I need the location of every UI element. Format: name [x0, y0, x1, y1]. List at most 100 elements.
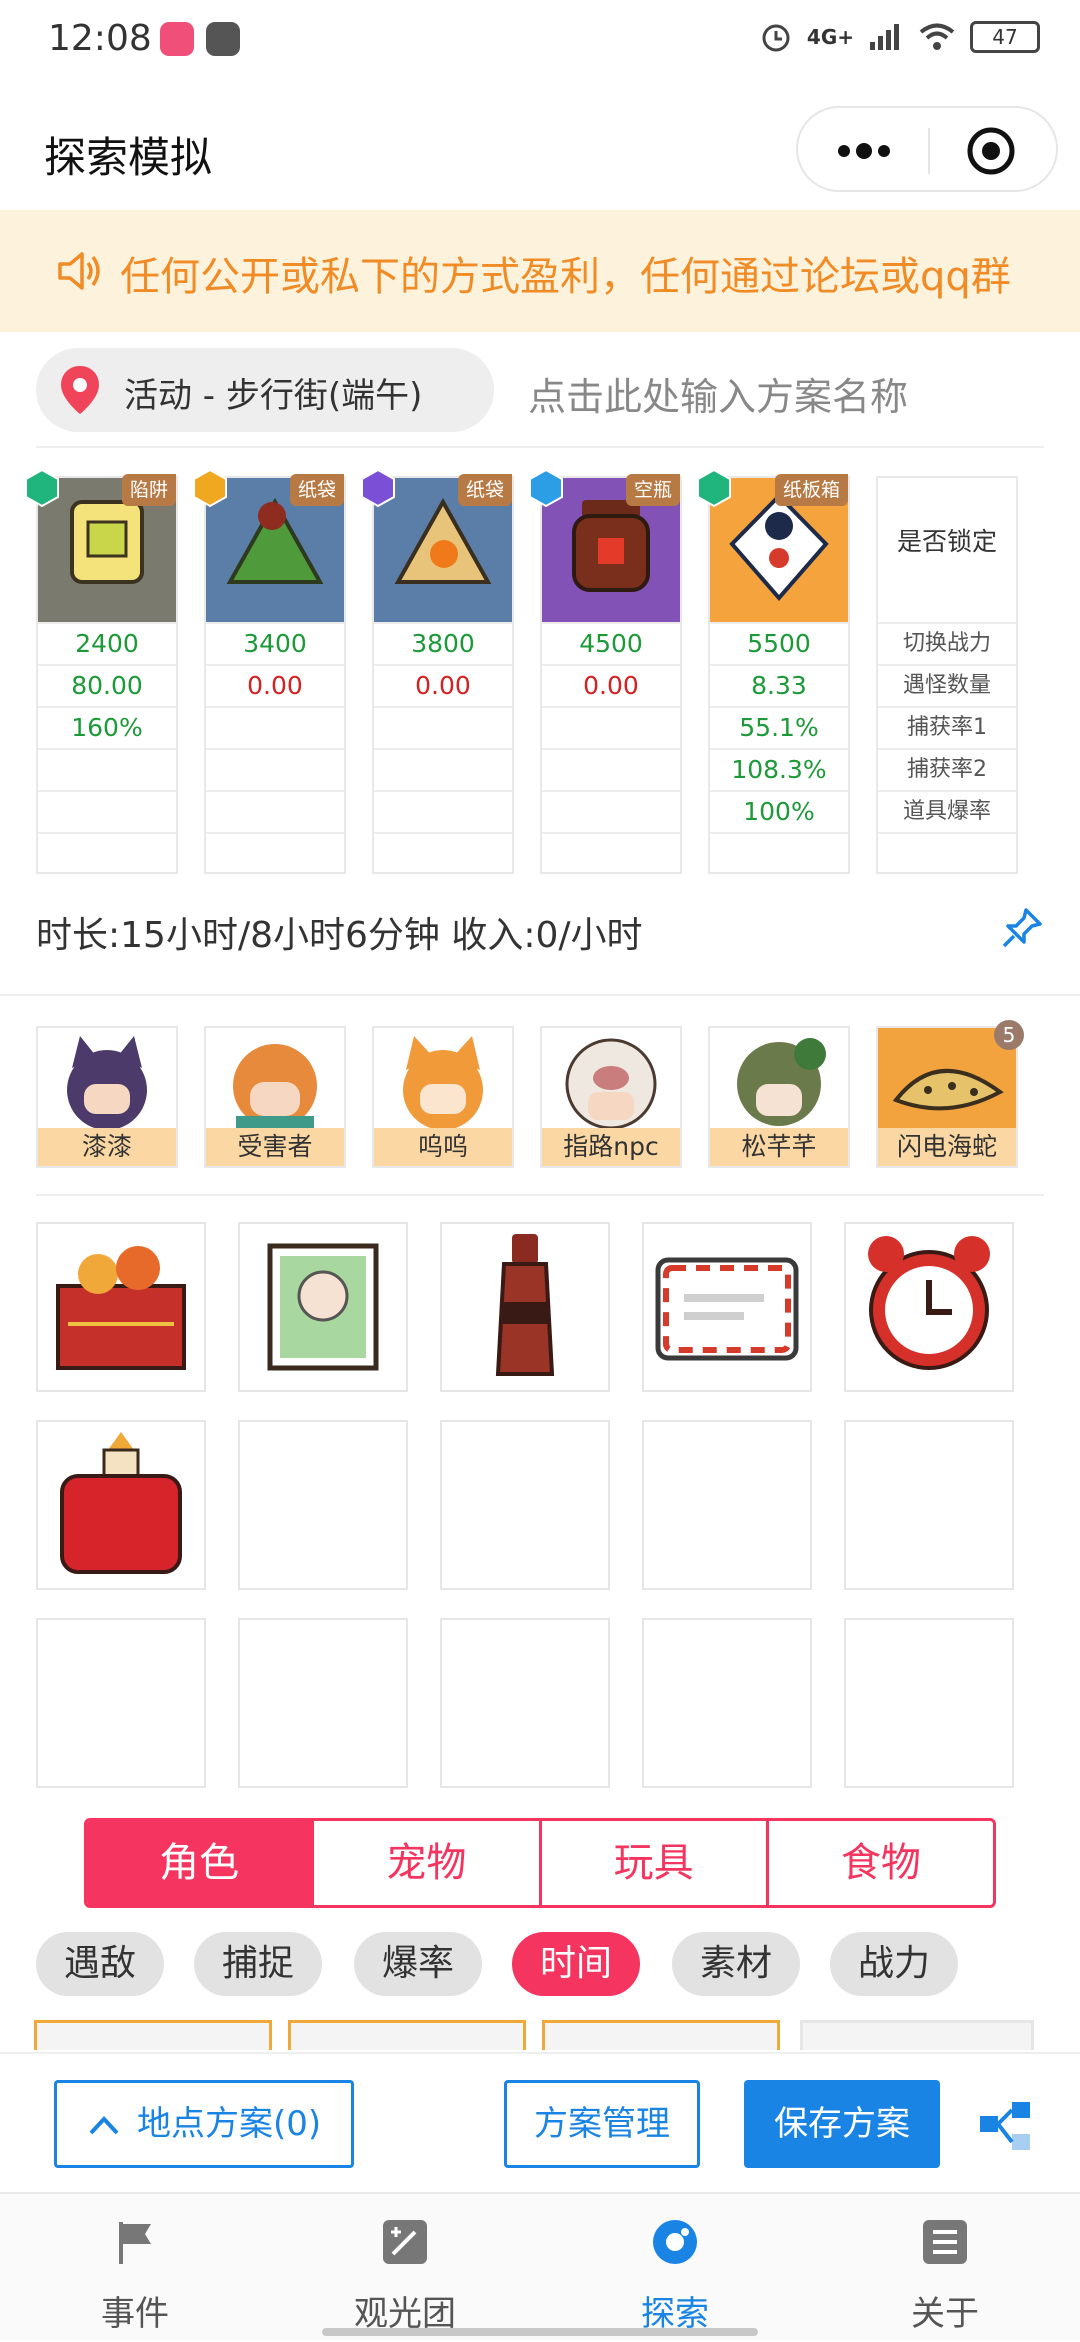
- battery-indicator: 47: [970, 21, 1040, 53]
- portrait-frame-icon: [267, 1243, 379, 1371]
- nav-bar: 探索模拟: [0, 84, 1080, 210]
- card-power: 2400: [38, 622, 176, 664]
- location-selector[interactable]: 活动 - 步行街(端午): [36, 348, 494, 432]
- card-capture2: [206, 748, 344, 790]
- tab-food[interactable]: 食物: [765, 1821, 993, 1905]
- card-power: 5500: [710, 622, 848, 664]
- divider: [36, 446, 1044, 448]
- card-power: 3400: [206, 622, 344, 664]
- filter-droprate[interactable]: 爆率: [354, 1932, 483, 1996]
- character-slot[interactable]: 呜呜: [372, 1026, 514, 1168]
- item-slot[interactable]: [238, 1618, 408, 1788]
- tab-role[interactable]: 角色: [87, 1821, 312, 1905]
- item-slot[interactable]: [440, 1222, 610, 1392]
- element-badge-icon: [697, 468, 731, 508]
- setup-card[interactable]: 纸板箱 5500 8.33 55.1% 108.3% 100%: [697, 468, 850, 874]
- signal-icon: [870, 24, 899, 50]
- card-capture2: [374, 748, 512, 790]
- network-label: 4G+: [806, 25, 854, 49]
- card-droprate: [38, 790, 176, 832]
- item-slot[interactable]: [642, 1222, 812, 1392]
- character-slot[interactable]: 闪电海蛇: [876, 1026, 1018, 1168]
- card-capture1: [374, 706, 512, 748]
- card-tag: 纸袋: [289, 474, 344, 506]
- filter-power[interactable]: 战力: [830, 1932, 959, 1996]
- nav-tour[interactable]: 观光团: [270, 2194, 540, 2342]
- plan-name-input[interactable]: 点击此处输入方案名称: [528, 366, 908, 421]
- nav-about[interactable]: 关于: [810, 2194, 1080, 2342]
- pin-icon[interactable]: [1000, 906, 1044, 950]
- character-name: 漆漆: [38, 1128, 176, 1166]
- save-plan-button[interactable]: 保存方案: [744, 2080, 940, 2168]
- card-droprate: [542, 790, 680, 832]
- item-slot[interactable]: [238, 1222, 408, 1392]
- list-item[interactable]: [800, 2020, 1034, 2050]
- location-plans-button[interactable]: 地点方案(0): [54, 2080, 354, 2168]
- card-tag: 空瓶: [625, 474, 680, 506]
- card-empty-row: [374, 832, 512, 874]
- card-capture1: 55.1%: [710, 706, 848, 748]
- card-empty-row: [38, 832, 176, 874]
- item-slot[interactable]: [36, 1222, 206, 1392]
- card-encounter: 0.00: [542, 664, 680, 706]
- item-slot[interactable]: [36, 1420, 206, 1590]
- setup-card[interactable]: 纸袋 3800 0.00: [361, 468, 514, 874]
- plan-manage-button[interactable]: 方案管理: [504, 2080, 700, 2168]
- character-slot[interactable]: 指路npc: [540, 1026, 682, 1168]
- element-badge-icon: [193, 468, 227, 508]
- character-portrait-icon: [67, 1036, 147, 1130]
- item-slot[interactable]: [642, 1618, 812, 1788]
- character-slot[interactable]: 松芊芊: [708, 1026, 850, 1168]
- alarm-clock-icon: [868, 1236, 990, 1370]
- bottle-icon: [495, 1234, 555, 1376]
- divider: [0, 994, 1080, 996]
- item-slot[interactable]: [238, 1420, 408, 1590]
- category-tabs: 角色 宠物 玩具 食物: [84, 1818, 996, 1908]
- close-miniprogram-icon[interactable]: [966, 126, 1016, 176]
- pay-notification-icon: [206, 22, 240, 56]
- filter-material[interactable]: 素材: [672, 1932, 801, 1996]
- page-title: 探索模拟: [44, 133, 213, 182]
- card-capture1: [206, 706, 344, 748]
- character-slot[interactable]: 受害者: [204, 1026, 346, 1168]
- filter-capture[interactable]: 捕捉: [194, 1932, 323, 1996]
- list-item[interactable]: [34, 2020, 272, 2050]
- item-slot[interactable]: [642, 1420, 812, 1590]
- notice-text: 任何公开或私下的方式盈利，任何通过论坛或qq群: [120, 254, 1011, 300]
- status-indicators: 4G+ 47: [759, 20, 1040, 54]
- item-slot[interactable]: [844, 1222, 1014, 1392]
- share-icon[interactable]: [976, 2098, 1034, 2154]
- card-encounter: 0.00: [374, 664, 512, 706]
- tab-pet[interactable]: 宠物: [311, 1821, 538, 1905]
- lock-title: 是否锁定: [896, 527, 997, 556]
- list-item[interactable]: [288, 2020, 526, 2050]
- list-item[interactable]: [542, 2020, 780, 2050]
- item-slot[interactable]: [36, 1618, 206, 1788]
- character-name: 指路npc: [542, 1128, 680, 1166]
- character-portrait-icon: [403, 1036, 483, 1130]
- nav-events[interactable]: 事件: [0, 2194, 270, 2342]
- more-icon[interactable]: [834, 136, 894, 166]
- flag-icon: [119, 2222, 151, 2264]
- character-slot[interactable]: 漆漆: [36, 1026, 178, 1168]
- tab-toy[interactable]: 玩具: [538, 1821, 766, 1905]
- switch-power-label[interactable]: 切换战力: [878, 622, 1016, 664]
- nav-explore[interactable]: 探索: [540, 2194, 810, 2342]
- lock-card[interactable]: 是否锁定 切换战力 遇怪数量 捕获率1 捕获率2 道具爆率: [876, 476, 1018, 874]
- item-slot[interactable]: [440, 1618, 610, 1788]
- divider: [36, 1194, 1044, 1196]
- filter-time[interactable]: 时间: [512, 1932, 641, 1996]
- setup-card[interactable]: 空瓶 4500 0.00: [529, 468, 682, 874]
- card-capture1: 160%: [38, 706, 176, 748]
- item-slot[interactable]: [844, 1618, 1014, 1788]
- setup-card[interactable]: 陷阱 2400 80.00 160%: [25, 468, 178, 874]
- capture-rate2-label: 捕获率2: [878, 748, 1016, 790]
- location-plans-label: 地点方案(0): [137, 2104, 322, 2144]
- item-slot[interactable]: [440, 1420, 610, 1590]
- list-icon: [923, 2220, 967, 2264]
- setup-card[interactable]: 纸袋 3400 0.00: [193, 468, 346, 874]
- bottom-nav: 事件 观光团 探索 关于: [0, 2192, 1080, 2340]
- notice-banner: 任何公开或私下的方式盈利，任何通过论坛或qq群: [0, 210, 1080, 332]
- item-slot[interactable]: [844, 1420, 1014, 1590]
- filter-encounter[interactable]: 遇敌: [36, 1932, 165, 1996]
